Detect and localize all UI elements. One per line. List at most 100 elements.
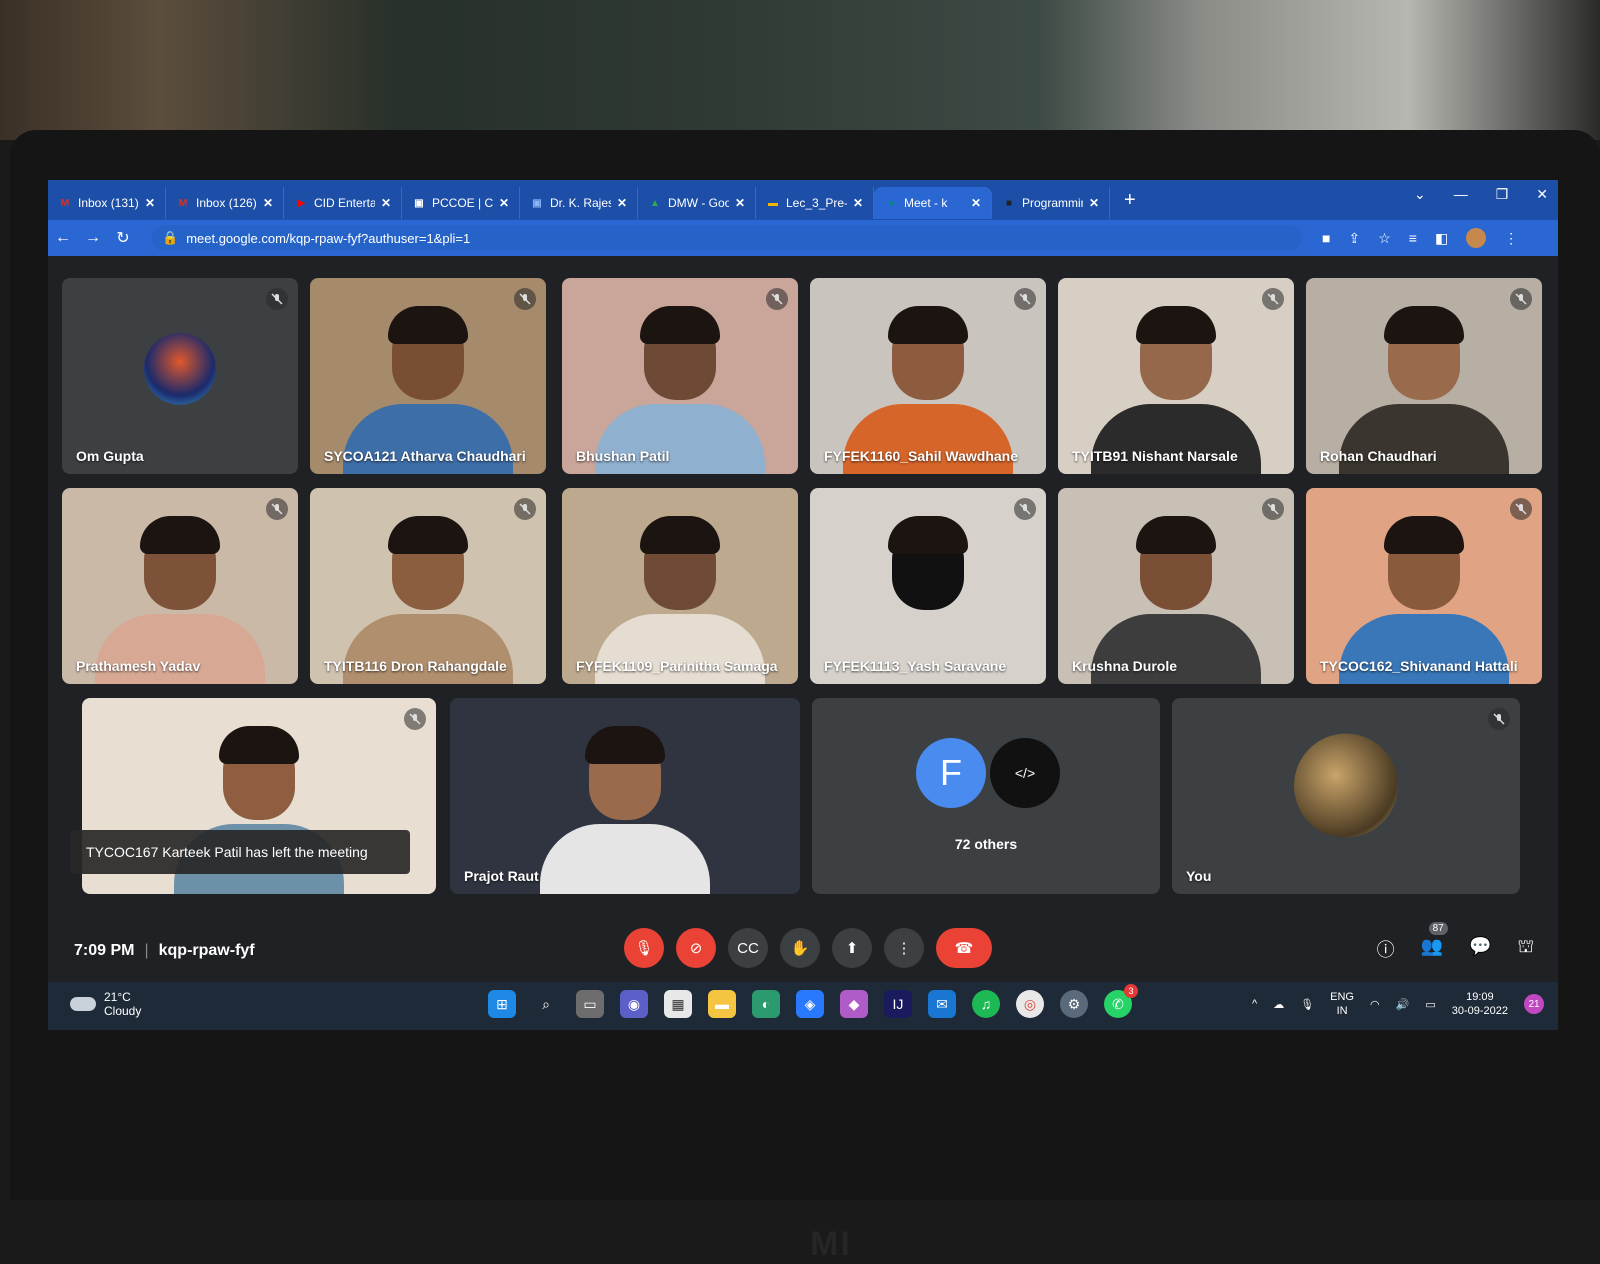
mic-muted-icon (266, 498, 288, 520)
participant-tile[interactable]: Rohan Chaudhari (1306, 278, 1542, 474)
tab-close-icon[interactable]: ✕ (1089, 196, 1099, 210)
new-tab-button[interactable]: + (1124, 189, 1136, 212)
notification-count[interactable]: 21 (1524, 994, 1544, 1014)
participant-tile[interactable]: Krushna Durole (1058, 488, 1294, 684)
tab-close-icon[interactable]: ✕ (617, 196, 627, 210)
page-icon: ▣ (414, 197, 424, 209)
share-icon[interactable]: ⇪ (1348, 230, 1360, 247)
tab-close-icon[interactable]: ✕ (735, 196, 745, 210)
tab-title: Dr. K. Rajeswa (550, 196, 611, 210)
intellij-icon[interactable]: IJ (884, 990, 912, 1018)
tab-close-icon[interactable]: ✕ (853, 196, 863, 210)
participant-tile[interactable]: F </> 72 others (812, 698, 1160, 894)
browser-tab[interactable]: ● Meet - k ✕ (874, 187, 992, 219)
participant-tile[interactable]: TYCOC167 Karteek Patil has left the meet… (70, 698, 436, 894)
tab-close-icon[interactable]: ✕ (971, 196, 981, 210)
tab-close-icon[interactable]: ✕ (499, 196, 509, 210)
lang-bottom: IN (1336, 1005, 1348, 1017)
settings-gear-icon[interactable]: ⚙ (1060, 990, 1088, 1018)
browser-tab[interactable]: ▲ DMW - Googl ✕ (638, 187, 756, 219)
reload-button[interactable]: ↻ (108, 228, 138, 248)
forward-button[interactable]: → (78, 229, 108, 247)
laptop-brand-logo: MI (810, 1225, 852, 1263)
back-button[interactable]: ← (48, 229, 78, 247)
participant-tile[interactable]: FYFEK1113_Yash Saravane (810, 488, 1046, 684)
language-indicator[interactable]: ENG IN (1330, 990, 1354, 1018)
browser-tab[interactable]: ■ Programming ✕ (992, 187, 1110, 219)
tab-close-icon[interactable]: ✕ (145, 196, 155, 210)
chat-icon[interactable]: 💬 (1469, 936, 1491, 962)
participant-tile[interactable]: TYITB91 Nishant Narsale (1058, 278, 1294, 474)
raise-hand-button[interactable]: ✋ (780, 928, 820, 968)
bookmark-star-icon[interactable]: ☆ (1378, 230, 1391, 247)
present-screen-button[interactable]: ⬆ (832, 928, 872, 968)
whatsapp-icon[interactable]: ✆ 3 (1104, 984, 1138, 1018)
participant-tile[interactable]: TYITB116 Dron Rahangdale (310, 488, 546, 684)
volume-icon[interactable]: 🔊 (1396, 998, 1410, 1011)
edge-icon[interactable]: ◐ (752, 990, 780, 1018)
mail-icon[interactable]: ✉ (928, 990, 956, 1018)
file-explorer-icon[interactable]: ▬ (708, 990, 736, 1018)
search-icon[interactable]: ⌕ (532, 990, 560, 1018)
tab-title: Meet - k (904, 196, 948, 210)
browser-tab[interactable]: ▣ Dr. K. Rajeswa ✕ (520, 187, 638, 219)
participant-tile[interactable]: Bhushan Patil (562, 278, 798, 474)
teams-chat-icon[interactable]: ◉ (620, 990, 648, 1018)
chrome-icon[interactable]: ◎ (1016, 990, 1044, 1018)
restore-button[interactable]: ❐ (1496, 186, 1509, 203)
tray-chevron-icon[interactable]: ^ (1252, 998, 1257, 1010)
microphone-off-button[interactable]: 🎙 (624, 928, 664, 968)
tab-title: PCCOE | Comp (432, 196, 493, 210)
profile-avatar[interactable] (1466, 228, 1487, 248)
meeting-side-controls: ⓘ 👥 87 💬 ⛫ (1377, 922, 1534, 962)
browser-tab[interactable]: ▬ Lec_3_Pre-pro ✕ (756, 187, 874, 219)
camera-off-button[interactable]: ⊘ (676, 928, 716, 968)
tab-close-icon[interactable]: ✕ (263, 196, 273, 210)
participant-tile[interactable]: You (1172, 698, 1520, 894)
side-panel-icon[interactable]: ◧ (1435, 230, 1448, 247)
camera-icon[interactable]: ■ (1322, 230, 1330, 246)
wifi-icon[interactable]: ◠ (1370, 998, 1380, 1011)
url-field[interactable]: 🔒 meet.google.com/kqp-rpaw-fyf?authuser=… (152, 225, 1302, 251)
media-icon[interactable]: ≡ (1409, 230, 1417, 246)
clock[interactable]: 19:09 30-09-2022 (1452, 990, 1508, 1018)
task-view-icon[interactable]: ▭ (576, 990, 604, 1018)
mic-muted-icon (766, 288, 788, 310)
microphone-icon[interactable]: 🎙 (1300, 998, 1314, 1011)
browser-menu-icon[interactable]: ⋮ (1504, 230, 1518, 247)
info-icon[interactable]: ⓘ (1377, 936, 1395, 962)
browser-tab[interactable]: ▶ CID Entertainn ✕ (284, 187, 402, 219)
participant-tile[interactable]: Prajot Raut (450, 698, 800, 894)
participant-tile[interactable]: TYCOC162_Shivanand Hattali (1306, 488, 1542, 684)
participant-tile[interactable]: Prathamesh Yadav (62, 488, 298, 684)
windows-start-icon[interactable]: ⊞ (488, 990, 516, 1018)
activities-icon[interactable]: ⛫ (1517, 936, 1534, 962)
minimize-button[interactable]: — (1454, 186, 1468, 203)
participant-tile[interactable]: FYFEK1160_Sahil Wawdhane (810, 278, 1046, 474)
camera-off-icon: ⊘ (689, 940, 703, 957)
app-purple-icon[interactable]: ◆ (840, 990, 868, 1018)
people-button[interactable]: 👥 87 (1420, 922, 1448, 962)
spotify-icon[interactable]: ♫ (972, 990, 1000, 1018)
captions-button[interactable]: CC (728, 928, 768, 968)
participant-grid: Om Gupta SYCOA121 Atharva Chaudhari Bhusha… (62, 278, 1546, 908)
cloud-sync-icon[interactable]: ☁ (1273, 998, 1284, 1011)
participant-name: Bhushan Patil (576, 448, 670, 464)
browser-tab[interactable]: ▣ PCCOE | Comp ✕ (402, 187, 520, 219)
tab-search-icon[interactable]: ⌄ (1414, 186, 1426, 203)
browser-tab[interactable]: M Inbox (131) - t ✕ (48, 187, 166, 219)
close-window-button[interactable]: ✕ (1536, 186, 1548, 203)
participant-tile[interactable]: SYCOA121 Atharva Chaudhari (310, 278, 546, 474)
browser-tab[interactable]: M Inbox (126) - t ✕ (166, 187, 284, 219)
participant-tile[interactable]: Om Gupta (62, 278, 298, 474)
people-icon: 👥 (1420, 936, 1444, 956)
leave-call-button[interactable]: ☎ (936, 928, 992, 968)
participant-tile[interactable]: FYFEK1109_Parinitha Samaga (562, 488, 798, 684)
window-controls: ⌄ — ❐ ✕ (1414, 186, 1548, 203)
weather-widget[interactable]: 21°C Cloudy (70, 990, 141, 1018)
microsoft-store-icon[interactable]: ▦ (664, 990, 692, 1018)
tab-close-icon[interactable]: ✕ (381, 196, 391, 210)
app-blue-icon[interactable]: ◈ (796, 990, 824, 1018)
more-options-button[interactable]: ⋮ (884, 928, 924, 968)
battery-icon[interactable]: ▭ (1425, 998, 1435, 1011)
